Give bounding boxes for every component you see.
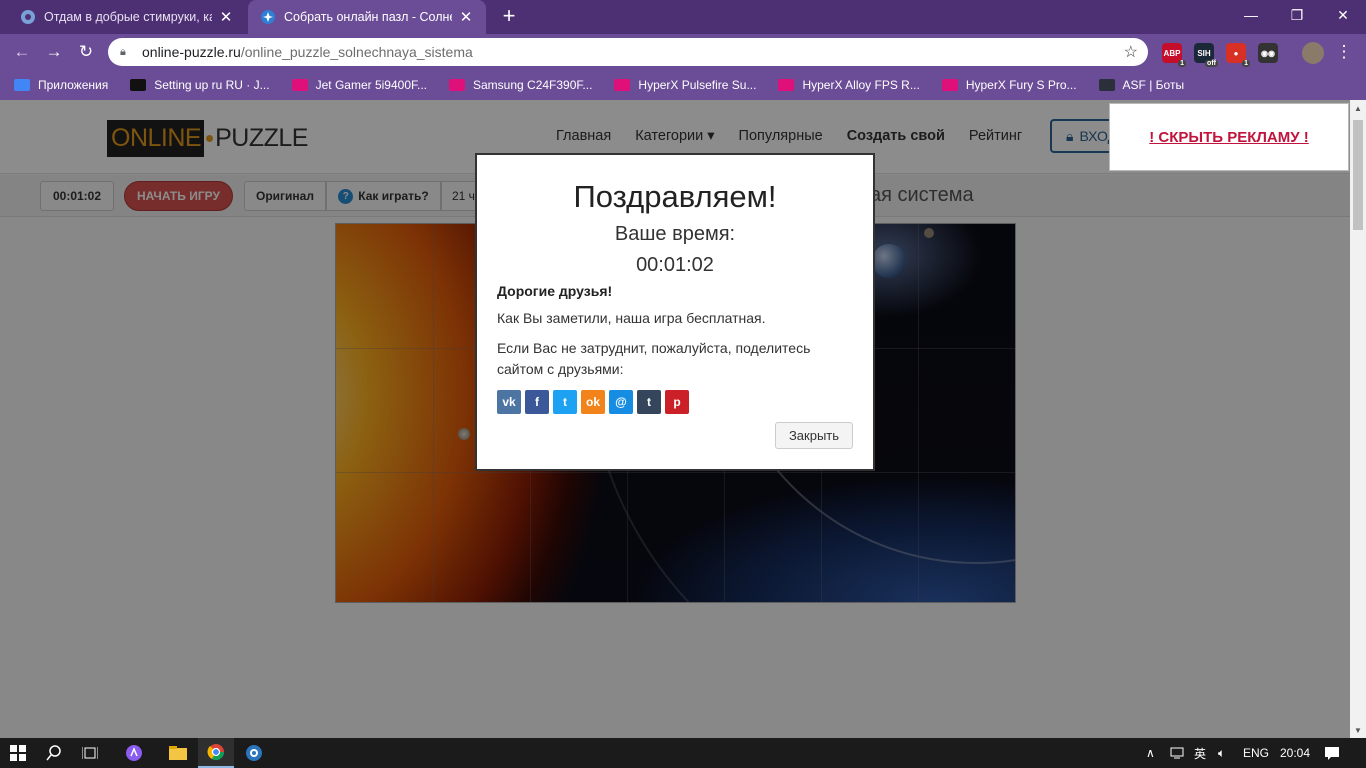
- scroll-thumb[interactable]: [1353, 120, 1363, 230]
- file-explorer-icon[interactable]: [160, 738, 196, 768]
- tumblr-share-icon[interactable]: t: [637, 390, 661, 414]
- steam-tab-icon: [20, 9, 36, 25]
- tab-stimruki[interactable]: Отдам в добрые стимруки, карт ✕: [8, 0, 246, 34]
- menu-kebab-icon[interactable]: ⋮: [1332, 40, 1356, 64]
- volume-icon[interactable]: 🔈︎: [1218, 738, 1225, 768]
- back-icon[interactable]: ←: [10, 40, 34, 64]
- profile-avatar[interactable]: [1302, 42, 1324, 64]
- scroll-up-icon[interactable]: ▲: [1350, 100, 1366, 116]
- final-time: 00:01:02: [636, 254, 714, 276]
- bookmark-star-icon[interactable]: ☆: [1124, 42, 1138, 62]
- keyboard-layout-icon[interactable]: 英: [1194, 738, 1206, 768]
- bookmarks-bar: Приложения Setting up ru RU · J... Jet Gam…: [0, 70, 1366, 100]
- apps-grid-icon: [14, 79, 30, 91]
- tab-bar: Отдам в добрые стимруки, карт ✕ Собрать …: [0, 0, 1366, 34]
- github-icon: [130, 79, 147, 91]
- bookmark-label: ASF | Боты: [1122, 78, 1185, 92]
- tab-online-puzzle[interactable]: Собрать онлайн пазл - Солнечн ✕: [248, 0, 486, 34]
- bookmark-item[interactable]: ASF | Боты: [1098, 78, 1185, 92]
- network-icon[interactable]: [1170, 738, 1186, 768]
- glasses-icon[interactable]: ◉◉: [1258, 43, 1278, 63]
- forward-icon[interactable]: →: [42, 40, 66, 64]
- store-icon: [614, 79, 631, 91]
- tab-title: Собрать онлайн пазл - Солнечн: [284, 10, 452, 24]
- browser-toolbar: ← → ↻ 🔒︎ online-puzzle.ru /online_puzzle…: [0, 34, 1366, 70]
- share-buttons: vk f t ok @ t p: [497, 390, 853, 414]
- url-path: /online_puzzle_solnechnaya_sistema: [240, 44, 473, 60]
- greeting-text: Дорогие друзья!: [497, 283, 613, 299]
- clock[interactable]: 20:04: [1280, 738, 1310, 768]
- facebook-share-icon[interactable]: f: [525, 390, 549, 414]
- bookmark-item[interactable]: Samsung C24F390F...: [449, 78, 592, 92]
- moimir-share-icon[interactable]: @: [609, 390, 633, 414]
- chrome-taskbar-icon[interactable]: [198, 738, 234, 768]
- lock-icon: 🔒︎: [120, 45, 126, 58]
- bookmark-label: HyperX Pulsefire Su...: [638, 78, 757, 92]
- page-scrollbar[interactable]: ▲ ▼: [1350, 100, 1366, 738]
- modal-title: Поздравляем!: [573, 179, 777, 214]
- close-tab-icon[interactable]: ✕: [218, 8, 234, 26]
- bookmark-label: HyperX Fury S Pro...: [965, 78, 1077, 92]
- language-indicator[interactable]: ENG: [1243, 738, 1269, 768]
- address-bar[interactable]: 🔒︎ online-puzzle.ru /online_puzzle_solne…: [108, 38, 1148, 66]
- store-icon: [291, 79, 308, 91]
- windows-taskbar: ∧ 英 🔈︎ ENG 20:04: [0, 738, 1366, 768]
- restore-button[interactable]: ❐: [1274, 0, 1320, 30]
- store-icon: [449, 79, 465, 91]
- share-request-text: Если Вас не затруднит, пожалуйста, подел…: [497, 340, 811, 377]
- bookmark-label: HyperX Alloy FPS R...: [802, 78, 920, 92]
- minimize-button[interactable]: —: [1228, 0, 1274, 30]
- store-icon: [941, 79, 958, 91]
- page-content: ONLINE PUZZLE Главная Категории ▾ Популя…: [0, 100, 1350, 738]
- search-icon[interactable]: [36, 738, 72, 768]
- abp-icon[interactable]: ABP 1: [1162, 43, 1186, 67]
- store-icon: [778, 79, 795, 91]
- steam-icon[interactable]: SIH off: [1194, 43, 1218, 67]
- bookmark-item[interactable]: Jet Gamer 5i9400F...: [291, 78, 427, 92]
- odnoklassniki-share-icon[interactable]: ok: [581, 390, 605, 414]
- bookmark-item[interactable]: HyperX Pulsefire Su...: [614, 78, 756, 92]
- red-shield-icon[interactable]: ● 1: [1226, 43, 1250, 67]
- bookmark-item[interactable]: Приложения: [14, 78, 108, 92]
- extension-badge: off: [1205, 60, 1218, 67]
- free-game-text: Как Вы заметили, наша игра бесплатная.: [497, 310, 766, 326]
- bookmark-label: Jet Gamer 5i9400F...: [315, 78, 427, 92]
- twitter-share-icon[interactable]: t: [553, 390, 577, 414]
- tray-chevron-icon[interactable]: ∧: [1146, 738, 1155, 768]
- tab-title: Отдам в добрые стимруки, карт: [44, 10, 212, 24]
- bookmark-label: Приложения: [38, 78, 109, 92]
- close-tab-icon[interactable]: ✕: [458, 8, 474, 26]
- bookmark-item[interactable]: HyperX Fury S Pro...: [941, 78, 1077, 92]
- bookmark-item[interactable]: HyperX Alloy FPS R...: [778, 78, 920, 92]
- extension-badge: 1: [1242, 60, 1250, 67]
- vk-share-icon[interactable]: vk: [497, 390, 521, 414]
- asf-icon: [1098, 79, 1115, 91]
- windows-start-icon[interactable]: [0, 738, 36, 768]
- notifications-icon[interactable]: [1324, 738, 1340, 768]
- new-tab-button[interactable]: +: [498, 5, 520, 28]
- pinterest-share-icon[interactable]: p: [665, 390, 689, 414]
- bookmark-label: Samsung C24F390F...: [473, 78, 593, 92]
- url-host: online-puzzle.ru: [142, 44, 241, 60]
- close-modal-button[interactable]: Закрыть: [775, 422, 853, 449]
- your-time-label: Ваше время:: [614, 223, 736, 245]
- puzzle-tab-icon: [260, 9, 276, 25]
- hide-ads-link[interactable]: ! СКРЫТЬ РЕКЛАМУ !: [1109, 103, 1349, 171]
- bookmark-item[interactable]: Setting up ru RU · J...: [130, 78, 270, 92]
- scroll-down-icon[interactable]: ▼: [1350, 722, 1366, 738]
- alice-assistant-icon[interactable]: [116, 738, 152, 768]
- task-view-icon[interactable]: [72, 738, 108, 768]
- close-window-button[interactable]: ✕: [1320, 0, 1366, 30]
- extension-badge: 1: [1178, 60, 1186, 67]
- bookmark-label: Setting up ru RU · J...: [154, 78, 270, 92]
- congrats-modal: Поздравляем! Ваше время: 00:01:02 Дороги…: [475, 153, 875, 471]
- steam-taskbar-icon[interactable]: [236, 738, 272, 768]
- reload-icon[interactable]: ↻: [74, 40, 98, 64]
